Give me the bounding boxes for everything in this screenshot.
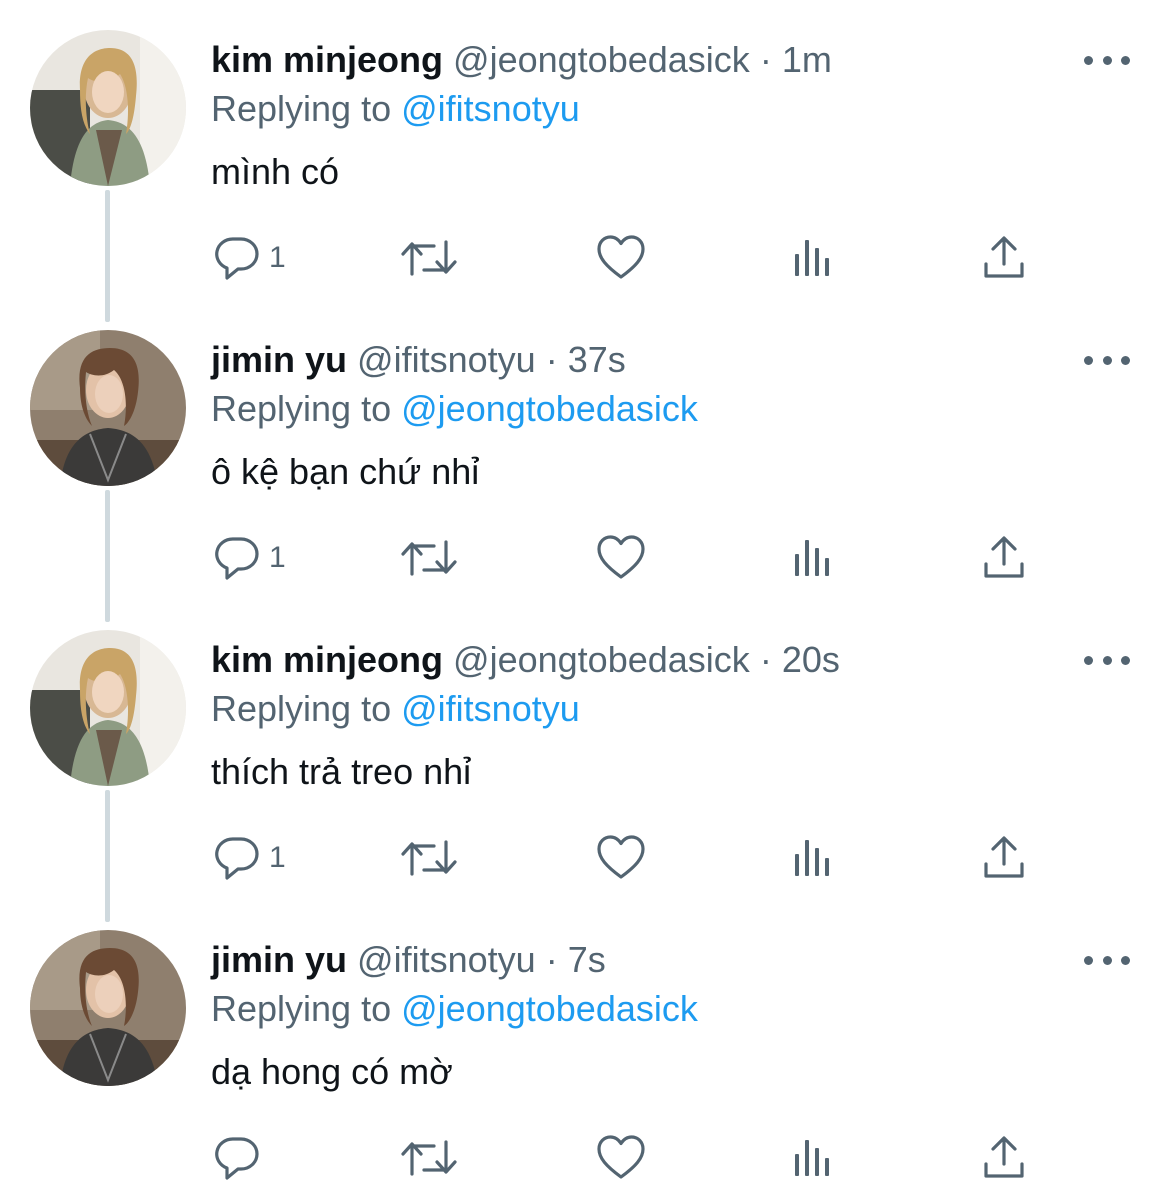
timestamp[interactable]: 7s (568, 939, 606, 980)
share-button[interactable] (980, 1128, 1028, 1188)
separator-dot: · (545, 339, 558, 380)
reply-icon (213, 834, 261, 882)
action-bar (0, 1128, 1170, 1188)
replying-to-label: Replying to (211, 688, 392, 729)
replying-to-label: Replying to (211, 88, 392, 129)
avatar-jimin[interactable] (30, 330, 186, 486)
share-icon (980, 834, 1028, 882)
reply-count: 1 (269, 241, 286, 274)
reply-icon (213, 234, 261, 282)
separator-dot: · (759, 39, 772, 80)
heart-icon (596, 834, 646, 882)
tweet[interactable]: kim minjeong @jeongtobedasick · 20s Repl… (0, 600, 1170, 900)
share-icon (980, 234, 1028, 282)
share-button[interactable] (980, 528, 1028, 588)
mention-link[interactable]: @ifitsnotyu (401, 88, 580, 129)
more-icon[interactable] (1084, 345, 1130, 375)
tweet[interactable]: jimin yu @ifitsnotyu · 7s Replying to @j… (0, 900, 1170, 1200)
share-icon (980, 1134, 1028, 1182)
analytics-icon (792, 534, 834, 582)
mention-link[interactable]: @jeongtobedasick (401, 388, 698, 429)
share-button[interactable] (980, 228, 1028, 288)
tweet-text: dạ hong có mờ (211, 1051, 453, 1092)
separator-dot: · (545, 939, 558, 980)
tweet-header: jimin yu @ifitsnotyu · 37s (211, 338, 626, 382)
views-button[interactable] (792, 828, 834, 888)
retweet-button[interactable] (400, 228, 458, 288)
replying-to: Replying to @ifitsnotyu (211, 86, 580, 132)
retweet-icon (400, 834, 458, 882)
display-name[interactable]: jimin yu (211, 339, 347, 380)
reply-button[interactable] (213, 1128, 269, 1188)
action-bar: 1 (0, 528, 1170, 588)
avatar-kim[interactable] (30, 30, 186, 186)
user-handle[interactable]: @jeongtobedasick (453, 39, 750, 80)
views-button[interactable] (792, 528, 834, 588)
display-name[interactable]: kim minjeong (211, 639, 443, 680)
heart-icon (596, 1134, 646, 1182)
retweet-button[interactable] (400, 528, 458, 588)
tweet-text: ô kệ bạn chứ nhỉ (211, 451, 480, 492)
reply-icon (213, 534, 261, 582)
more-icon[interactable] (1084, 645, 1130, 675)
reply-count: 1 (269, 841, 286, 874)
like-button[interactable] (596, 828, 646, 888)
replying-to: Replying to @jeongtobedasick (211, 986, 698, 1032)
display-name[interactable]: jimin yu (211, 939, 347, 980)
avatar-kim[interactable] (30, 630, 186, 786)
action-bar: 1 (0, 828, 1170, 888)
analytics-icon (792, 1134, 834, 1182)
replying-to-label: Replying to (211, 988, 392, 1029)
retweet-button[interactable] (400, 1128, 458, 1188)
reply-button[interactable]: 1 (213, 828, 286, 888)
heart-icon (596, 534, 646, 582)
more-icon[interactable] (1084, 945, 1130, 975)
analytics-icon (792, 834, 834, 882)
tweet-header: kim minjeong @jeongtobedasick · 20s (211, 638, 840, 682)
action-bar: 1 (0, 228, 1170, 288)
separator-dot: · (759, 639, 772, 680)
timestamp[interactable]: 37s (568, 339, 626, 380)
timestamp[interactable]: 1m (782, 39, 832, 80)
user-handle[interactable]: @ifitsnotyu (357, 339, 536, 380)
reply-icon (213, 1134, 261, 1182)
tweet-header: kim minjeong @jeongtobedasick · 1m (211, 38, 832, 82)
like-button[interactable] (596, 1128, 646, 1188)
mention-link[interactable]: @ifitsnotyu (401, 688, 580, 729)
like-button[interactable] (596, 528, 646, 588)
views-button[interactable] (792, 228, 834, 288)
retweet-icon (400, 534, 458, 582)
display-name[interactable]: kim minjeong (211, 39, 443, 80)
analytics-icon (792, 234, 834, 282)
heart-icon (596, 234, 646, 282)
retweet-button[interactable] (400, 828, 458, 888)
share-icon (980, 534, 1028, 582)
mention-link[interactable]: @jeongtobedasick (401, 988, 698, 1029)
tweet-header: jimin yu @ifitsnotyu · 7s (211, 938, 606, 982)
reply-button[interactable]: 1 (213, 228, 286, 288)
retweet-icon (400, 234, 458, 282)
retweet-icon (400, 1134, 458, 1182)
timestamp[interactable]: 20s (782, 639, 840, 680)
reply-button[interactable]: 1 (213, 528, 286, 588)
views-button[interactable] (792, 1128, 834, 1188)
avatar-jimin[interactable] (30, 930, 186, 1086)
replying-to-label: Replying to (211, 388, 392, 429)
reply-count: 1 (269, 541, 286, 574)
replying-to: Replying to @jeongtobedasick (211, 386, 698, 432)
user-handle[interactable]: @ifitsnotyu (357, 939, 536, 980)
replying-to: Replying to @ifitsnotyu (211, 686, 580, 732)
tweet[interactable]: jimin yu @ifitsnotyu · 37s Replying to @… (0, 300, 1170, 600)
tweet-text: thích trả treo nhỉ (211, 751, 472, 792)
more-icon[interactable] (1084, 45, 1130, 75)
share-button[interactable] (980, 828, 1028, 888)
like-button[interactable] (596, 228, 646, 288)
user-handle[interactable]: @jeongtobedasick (453, 639, 750, 680)
tweet-text: mình có (211, 151, 340, 192)
tweet[interactable]: kim minjeong @jeongtobedasick · 1m Reply… (0, 0, 1170, 300)
